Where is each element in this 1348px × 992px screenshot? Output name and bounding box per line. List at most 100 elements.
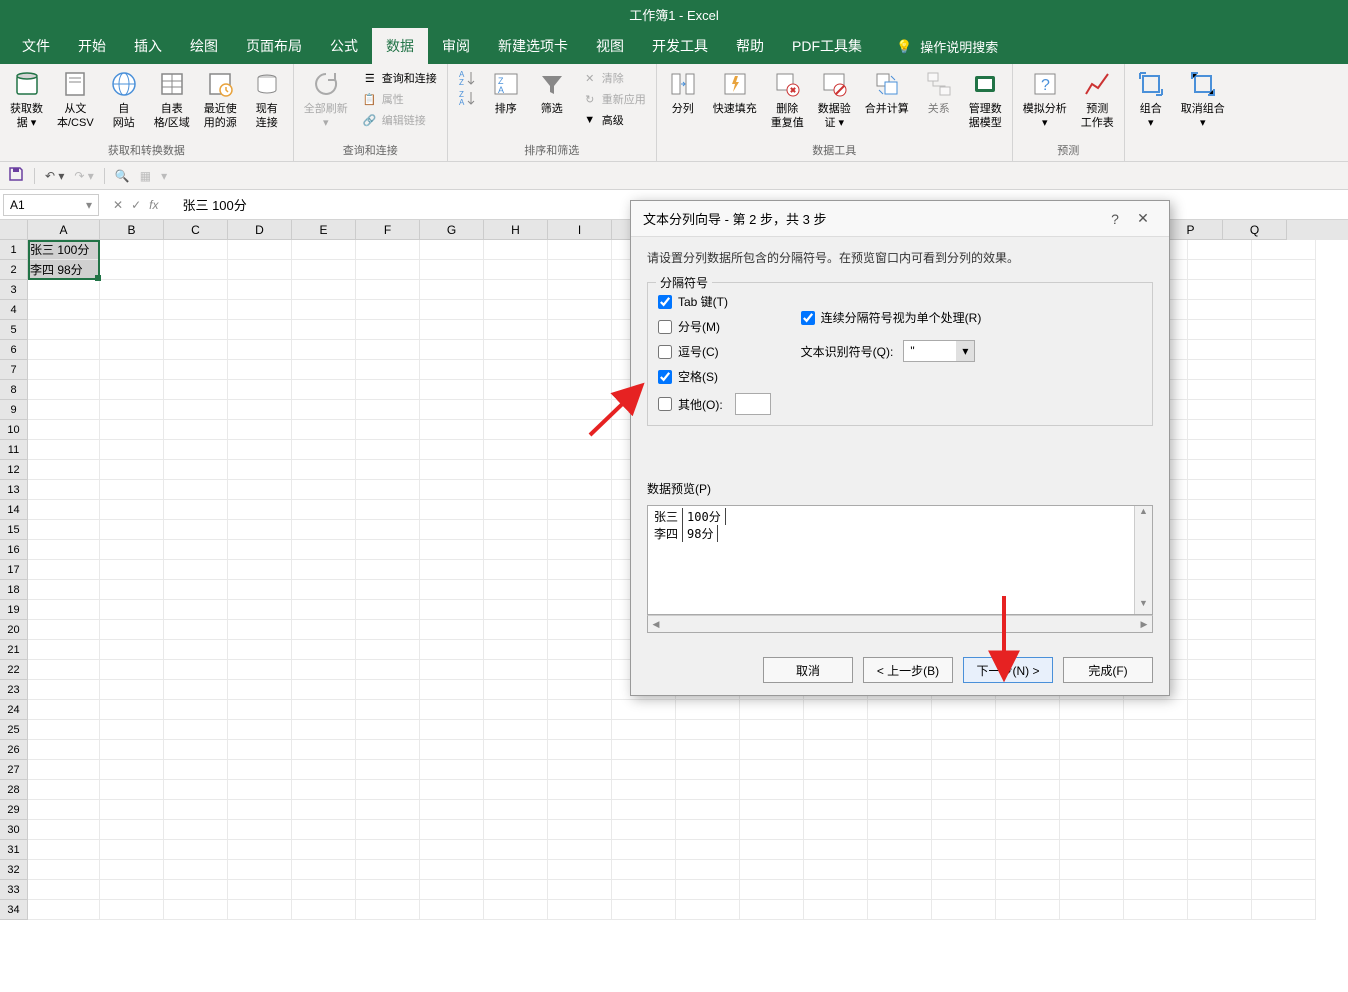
cell[interactable] (1252, 240, 1316, 260)
cell[interactable] (548, 420, 612, 440)
cell[interactable] (420, 340, 484, 360)
cell[interactable] (932, 760, 996, 780)
cell[interactable] (356, 400, 420, 420)
cell[interactable] (228, 900, 292, 920)
cell[interactable] (28, 320, 100, 340)
cell[interactable] (164, 420, 228, 440)
row-header-10[interactable]: 10 (0, 420, 28, 440)
cell[interactable] (1124, 880, 1188, 900)
cell[interactable] (420, 800, 484, 820)
cell[interactable] (164, 520, 228, 540)
cell[interactable] (228, 320, 292, 340)
cell[interactable] (1188, 600, 1252, 620)
cell[interactable] (228, 380, 292, 400)
cell[interactable] (1252, 880, 1316, 900)
cell[interactable] (28, 360, 100, 380)
cell[interactable] (28, 500, 100, 520)
cell[interactable] (164, 240, 228, 260)
next-button[interactable]: 下一步(N) > (963, 657, 1053, 683)
cell[interactable] (548, 760, 612, 780)
cell[interactable] (1252, 340, 1316, 360)
cell[interactable] (1252, 360, 1316, 380)
cell[interactable] (932, 840, 996, 860)
cell[interactable] (548, 820, 612, 840)
cell[interactable] (164, 700, 228, 720)
cell[interactable] (612, 880, 676, 900)
preview-vscroll[interactable]: ▲ ▼ (1134, 506, 1152, 614)
cell[interactable] (548, 500, 612, 520)
data-model-button[interactable]: 管理数 据模型 (963, 66, 1008, 133)
forecast-sheet-button[interactable]: 预测 工作表 (1075, 66, 1120, 133)
cell[interactable] (1188, 720, 1252, 740)
tab-file[interactable]: 文件 (8, 28, 64, 64)
cell[interactable] (228, 520, 292, 540)
cell[interactable] (932, 860, 996, 880)
cell[interactable] (484, 240, 548, 260)
cell[interactable] (292, 520, 356, 540)
cell[interactable] (28, 820, 100, 840)
cell[interactable] (1188, 580, 1252, 600)
cell[interactable] (1252, 320, 1316, 340)
cell[interactable] (1188, 800, 1252, 820)
cell[interactable] (612, 740, 676, 760)
cell[interactable]: 张三 100分 (28, 240, 100, 260)
cell[interactable] (228, 420, 292, 440)
cell[interactable] (28, 740, 100, 760)
cell[interactable] (292, 600, 356, 620)
cell[interactable] (484, 600, 548, 620)
cell[interactable] (1252, 760, 1316, 780)
cell[interactable] (612, 860, 676, 880)
cell[interactable] (420, 680, 484, 700)
cell[interactable] (356, 300, 420, 320)
cell[interactable] (228, 440, 292, 460)
cell[interactable] (1252, 780, 1316, 800)
cell[interactable] (100, 580, 164, 600)
data-validation-button[interactable]: 数据验 证 ▾ (812, 66, 857, 133)
cell[interactable] (1060, 800, 1124, 820)
cell[interactable] (292, 580, 356, 600)
cell[interactable] (1188, 540, 1252, 560)
cell[interactable] (420, 880, 484, 900)
checkbox-space-input[interactable] (658, 370, 672, 384)
tab-data[interactable]: 数据 (372, 28, 428, 64)
cell[interactable] (420, 260, 484, 280)
cell[interactable] (356, 500, 420, 520)
cell[interactable] (1252, 800, 1316, 820)
cell[interactable] (28, 380, 100, 400)
cell[interactable] (1060, 900, 1124, 920)
cell[interactable] (868, 720, 932, 740)
cell[interactable] (100, 880, 164, 900)
cell[interactable] (804, 840, 868, 860)
cell[interactable] (548, 240, 612, 260)
cell[interactable] (1060, 740, 1124, 760)
cell[interactable] (1252, 480, 1316, 500)
filter-button[interactable]: 筛选 (530, 66, 574, 118)
cell[interactable] (356, 740, 420, 760)
cell[interactable] (484, 560, 548, 580)
cell[interactable] (484, 360, 548, 380)
cell[interactable] (1060, 720, 1124, 740)
cell[interactable] (420, 320, 484, 340)
row-header-4[interactable]: 4 (0, 300, 28, 320)
cell[interactable] (1188, 860, 1252, 880)
cell[interactable] (100, 520, 164, 540)
row-header-3[interactable]: 3 (0, 280, 28, 300)
cell[interactable] (804, 860, 868, 880)
cell[interactable] (548, 720, 612, 740)
row-header-18[interactable]: 18 (0, 580, 28, 600)
col-header-B[interactable]: B (100, 220, 164, 240)
cell[interactable] (804, 800, 868, 820)
cell[interactable] (1188, 620, 1252, 640)
cell[interactable] (356, 800, 420, 820)
cell[interactable] (548, 880, 612, 900)
cell[interactable] (420, 600, 484, 620)
cell[interactable] (420, 660, 484, 680)
cell[interactable] (228, 540, 292, 560)
cell[interactable] (228, 660, 292, 680)
cell[interactable] (548, 360, 612, 380)
cell[interactable] (612, 780, 676, 800)
row-header-12[interactable]: 12 (0, 460, 28, 480)
row-header-8[interactable]: 8 (0, 380, 28, 400)
cell[interactable] (292, 440, 356, 460)
back-button[interactable]: < 上一步(B) (863, 657, 953, 683)
